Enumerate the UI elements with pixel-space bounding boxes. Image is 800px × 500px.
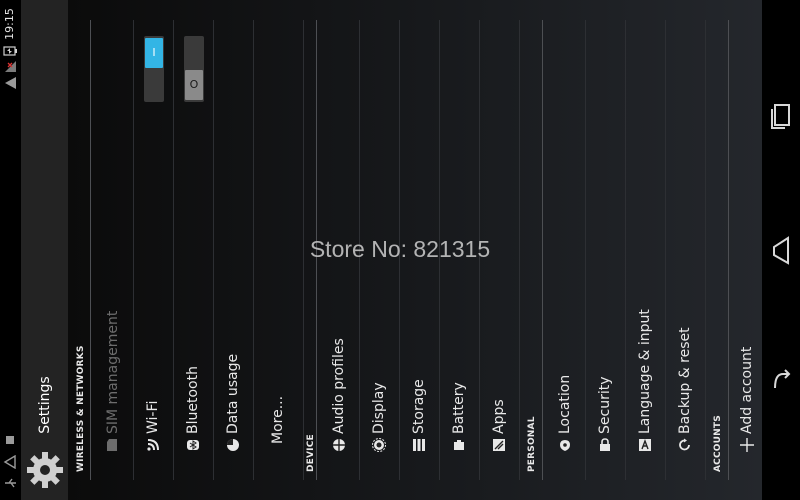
warning-icon [3,454,18,470]
settings-item-label: Apps [491,399,507,434]
section-header-wireless: WIRELESS & NETWORKS [68,20,93,480]
settings-item-backup-reset[interactable]: Backup & reset [665,20,706,480]
settings-item-language-input[interactable]: Language & input [625,20,666,480]
settings-item-label: Wi-Fi [145,400,161,434]
plus-icon [739,438,754,452]
settings-item-label: More... [270,395,286,444]
battery-charging-icon [3,44,18,58]
lock-icon [598,438,612,452]
settings-item-label: Backup & reset [677,327,693,434]
home-icon[interactable] [769,235,793,265]
audio-profiles-icon [332,438,346,452]
section-header-accounts: ACCOUNTS [705,20,731,480]
status-bar: 19:15 [0,0,21,500]
watermark-text: Store No: 821315 [309,236,491,262]
settings-item-location[interactable]: Location [545,20,586,480]
wifi-toggle-thumb: I [145,38,163,68]
language-icon [638,438,652,452]
section-header-label: WIRELESS & NETWORKS [75,345,86,473]
app-title: Settings [37,376,53,434]
settings-item-add-account[interactable]: Add account [731,20,762,480]
section-divider [542,20,543,480]
settings-item-sim-management[interactable]: SIM management [93,20,134,480]
display-icon [372,438,386,452]
data-usage-icon [226,438,240,452]
apps-icon [492,438,506,452]
bluetooth-toggle[interactable]: O [184,36,204,102]
settings-item-label: Bluetooth [185,366,201,434]
wifi-toggle[interactable]: I [144,36,164,102]
sim-card-icon [106,438,120,452]
signal-icon [3,60,18,74]
settings-item-label: Storage [411,379,427,434]
settings-item-label: Security [597,376,613,435]
settings-item-security[interactable]: Security [585,20,626,480]
settings-item-label: SIM management [105,310,121,434]
android-settings-screen: 19:15 Settings WIRELESS & NETWORKS SIM m… [0,0,800,500]
settings-item-label: Audio profiles [331,338,347,434]
bluetooth-icon [186,438,200,452]
settings-item-label: Display [371,382,387,434]
settings-item-label: Add account [738,346,755,434]
usb-icon [3,476,18,490]
section-header-label: ACCOUNTS [713,415,723,472]
recent-apps-icon[interactable] [769,100,793,130]
location-icon [558,438,572,452]
section-divider [728,20,729,480]
settings-item-label: Language & input [637,309,653,434]
navigation-bar [762,0,800,500]
notification-icon [3,433,18,447]
storage-icon [412,438,426,452]
section-divider [90,20,91,480]
bluetooth-toggle-thumb: O [185,70,203,100]
gear-icon[interactable] [26,451,64,489]
back-icon[interactable] [769,366,793,396]
wifi-icon [146,438,160,452]
status-time: 19:15 [3,8,16,40]
settings-item-label: Battery [451,382,467,434]
action-bar: Settings [21,0,68,500]
battery-icon [452,438,466,452]
backup-icon [678,438,692,452]
settings-item-label: Data usage [225,353,241,434]
settings-item-data-usage[interactable]: Data usage [213,20,254,480]
section-header-label: PERSONAL [527,416,537,472]
wifi-icon [3,76,18,90]
settings-item-label: Location [557,374,573,434]
